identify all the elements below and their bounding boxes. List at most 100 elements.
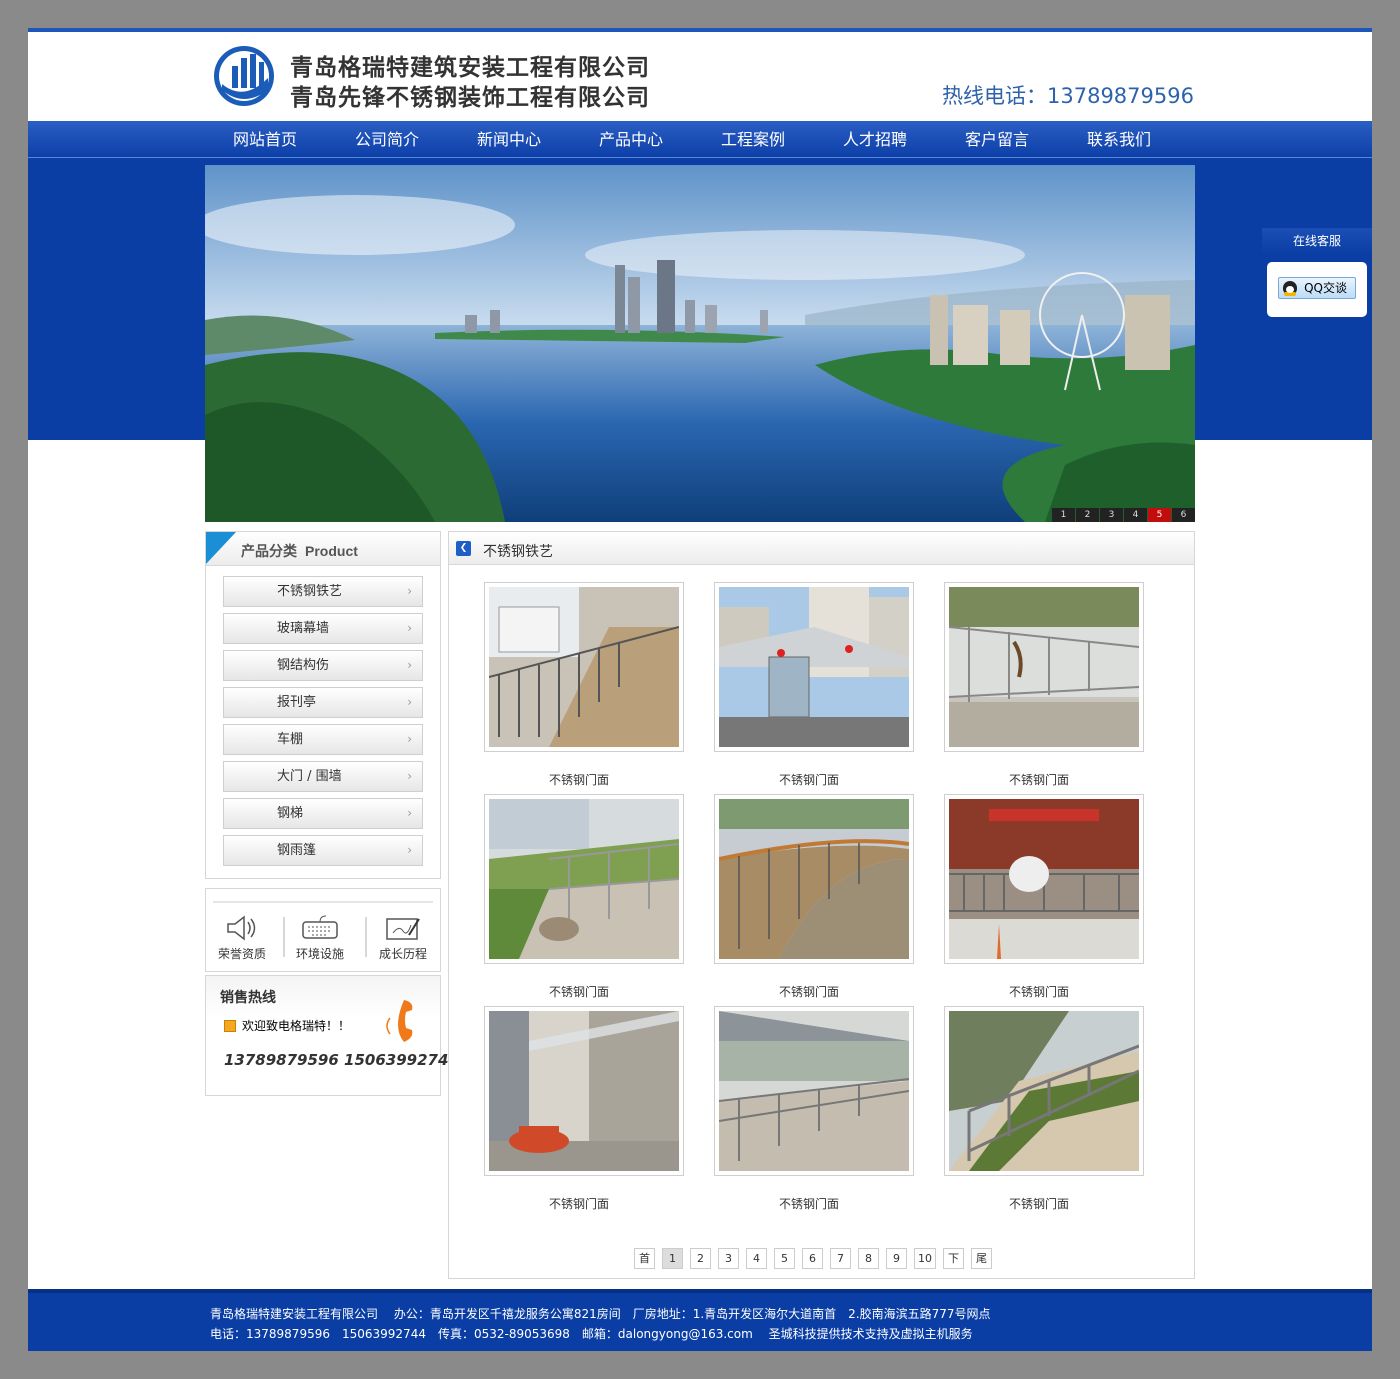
banner-dot-5[interactable]: 5 <box>1148 508 1171 522</box>
chevron-right-icon: › <box>407 732 412 746</box>
product-category-header: 产品分类 Product <box>206 532 440 566</box>
category-item[interactable]: 玻璃幕墙 › <box>223 613 423 644</box>
nav-products[interactable]: 产品中心 <box>576 121 686 158</box>
page-number[interactable]: 5 <box>774 1248 795 1269</box>
quick-link-label: 荣誉资质 <box>217 947 266 961</box>
online-service-box: QQ交谈 <box>1267 262 1367 317</box>
nav-about[interactable]: 公司简介 <box>332 121 442 158</box>
banner-dot-4[interactable]: 4 <box>1124 508 1147 522</box>
page-next[interactable]: 下 <box>943 1248 964 1269</box>
category-item[interactable]: 大门 / 围墙 › <box>223 761 423 792</box>
page-number[interactable]: 4 <box>746 1248 767 1269</box>
hotline-text: 热线电话：13789879596 <box>942 84 1194 108</box>
main-content-box: ❮ 不锈钢铁艺 不锈钢门面 不锈钢门面 不锈钢门面 不锈钢门面 不锈钢门面 不锈… <box>448 531 1195 1279</box>
category-label: 报刊亭 <box>277 695 317 710</box>
online-service-panel: 在线客服 QQ交谈 <box>1262 228 1372 324</box>
chevron-right-icon: › <box>407 769 412 783</box>
product-image <box>714 1006 914 1176</box>
page-first[interactable]: 首 <box>634 1248 655 1269</box>
checkbox-icon <box>224 1020 236 1032</box>
category-title-cn: 产品分类 <box>241 544 297 560</box>
product-card[interactable]: 不锈钢门面 <box>944 582 1144 787</box>
category-label: 钢雨篷 <box>277 843 317 858</box>
nav-contact[interactable]: 联系我们 <box>1064 121 1174 158</box>
category-item[interactable]: 车棚 › <box>223 724 423 755</box>
product-image <box>484 794 684 964</box>
sales-welcome-text: 欢迎致电格瑞特！！ <box>242 1019 351 1033</box>
product-card[interactable]: 不锈钢门面 <box>944 794 1144 999</box>
banner-dot-6[interactable]: 6 <box>1172 508 1195 522</box>
page-number[interactable]: 2 <box>690 1248 711 1269</box>
banner-slideshow[interactable]: 1 2 3 4 5 6 <box>205 165 1195 522</box>
product-caption: 不锈钢门面 <box>1008 773 1069 787</box>
product-image <box>714 794 914 964</box>
quick-link-label: 成长历程 <box>378 947 427 961</box>
banner-dot-3[interactable]: 3 <box>1100 508 1123 522</box>
product-card[interactable]: 不锈钢门面 <box>714 794 914 999</box>
chevron-right-icon: › <box>407 806 412 820</box>
nav-news[interactable]: 新闻中心 <box>454 121 564 158</box>
product-image <box>714 582 914 752</box>
quick-links-box: 荣誉资质 环境设施 成长历程 <box>205 888 441 972</box>
chevron-right-icon: › <box>407 584 412 598</box>
category-item[interactable]: 不锈钢铁艺 › <box>223 576 423 607</box>
company-logo-icon[interactable] <box>212 44 276 108</box>
nav-guestbook[interactable]: 客户留言 <box>942 121 1052 158</box>
product-card[interactable]: 不锈钢门面 <box>714 1006 914 1211</box>
page-last[interactable]: 尾 <box>971 1248 992 1269</box>
back-arrow-icon: ❮ <box>456 541 471 556</box>
category-label: 车棚 <box>277 732 304 747</box>
product-image <box>484 582 684 752</box>
page-number-current[interactable]: 1 <box>662 1248 683 1269</box>
top-accent-line <box>28 28 1372 32</box>
category-label: 大门 / 围墙 <box>277 769 342 784</box>
category-item[interactable]: 报刊亭 › <box>223 687 423 718</box>
product-caption: 不锈钢门面 <box>548 1197 609 1211</box>
category-item[interactable]: 钢结构伤 › <box>223 650 423 681</box>
category-item[interactable]: 钢梯 › <box>223 798 423 829</box>
nav-cases[interactable]: 工程案例 <box>698 121 808 158</box>
banner-dot-2[interactable]: 2 <box>1076 508 1099 522</box>
product-card[interactable]: 不锈钢门面 <box>714 582 914 787</box>
chevron-right-icon: › <box>407 621 412 635</box>
category-item[interactable]: 钢雨篷 › <box>223 835 423 866</box>
product-caption: 不锈钢门面 <box>1008 985 1069 999</box>
divider <box>213 901 433 903</box>
company-name-primary: 青岛格瑞特建筑安装工程有限公司 <box>290 55 650 81</box>
product-image <box>944 1006 1144 1176</box>
product-card[interactable]: 不锈钢门面 <box>484 582 684 787</box>
product-caption: 不锈钢门面 <box>548 773 609 787</box>
page-number[interactable]: 8 <box>858 1248 879 1269</box>
page-number[interactable]: 10 <box>914 1248 936 1269</box>
quick-link-history[interactable]: 成长历程 <box>368 913 438 962</box>
page-number[interactable]: 6 <box>802 1248 823 1269</box>
quick-link-label: 环境设施 <box>295 947 344 961</box>
product-image <box>944 582 1144 752</box>
product-category-box: 产品分类 Product 不锈钢铁艺 › 玻璃幕墙 › 钢结构伤 › 报刊亭 › 车棚 › … <box>205 531 441 879</box>
page-number[interactable]: 7 <box>830 1248 851 1269</box>
telephone-handset-icon <box>386 1000 413 1042</box>
banner-dot-1[interactable]: 1 <box>1052 508 1075 522</box>
nav-home[interactable]: 网站首页 <box>210 121 320 158</box>
product-caption: 不锈钢门面 <box>778 773 839 787</box>
product-card[interactable]: 不锈钢门面 <box>944 1006 1144 1211</box>
product-caption: 不锈钢门面 <box>1008 1197 1069 1211</box>
qq-penguin-icon <box>1283 281 1297 296</box>
product-card[interactable]: 不锈钢门面 <box>484 794 684 999</box>
category-title-en: Product <box>305 543 358 559</box>
quick-link-honors[interactable]: 荣誉资质 <box>207 913 277 962</box>
qq-chat-button[interactable]: QQ交谈 <box>1278 277 1356 299</box>
product-caption: 不锈钢门面 <box>778 985 839 999</box>
sales-hotline-title: 销售热线 <box>220 990 276 1006</box>
product-card[interactable]: 不锈钢门面 <box>484 1006 684 1211</box>
page-number[interactable]: 9 <box>886 1248 907 1269</box>
category-label: 不锈钢铁艺 <box>277 584 343 599</box>
banner-pagination: 1 2 3 4 5 6 <box>1051 508 1195 522</box>
main-navigation: 网站首页 公司简介 新闻中心 产品中心 工程案例 人才招聘 客户留言 联系我们 <box>28 121 1372 158</box>
quick-link-environment[interactable]: 环境设施 <box>285 913 355 962</box>
product-caption: 不锈钢门面 <box>778 1197 839 1211</box>
page-number[interactable]: 3 <box>718 1248 739 1269</box>
nav-jobs[interactable]: 人才招聘 <box>820 121 930 158</box>
online-service-title: 在线客服 <box>1262 228 1372 254</box>
chevron-right-icon: › <box>407 695 412 709</box>
